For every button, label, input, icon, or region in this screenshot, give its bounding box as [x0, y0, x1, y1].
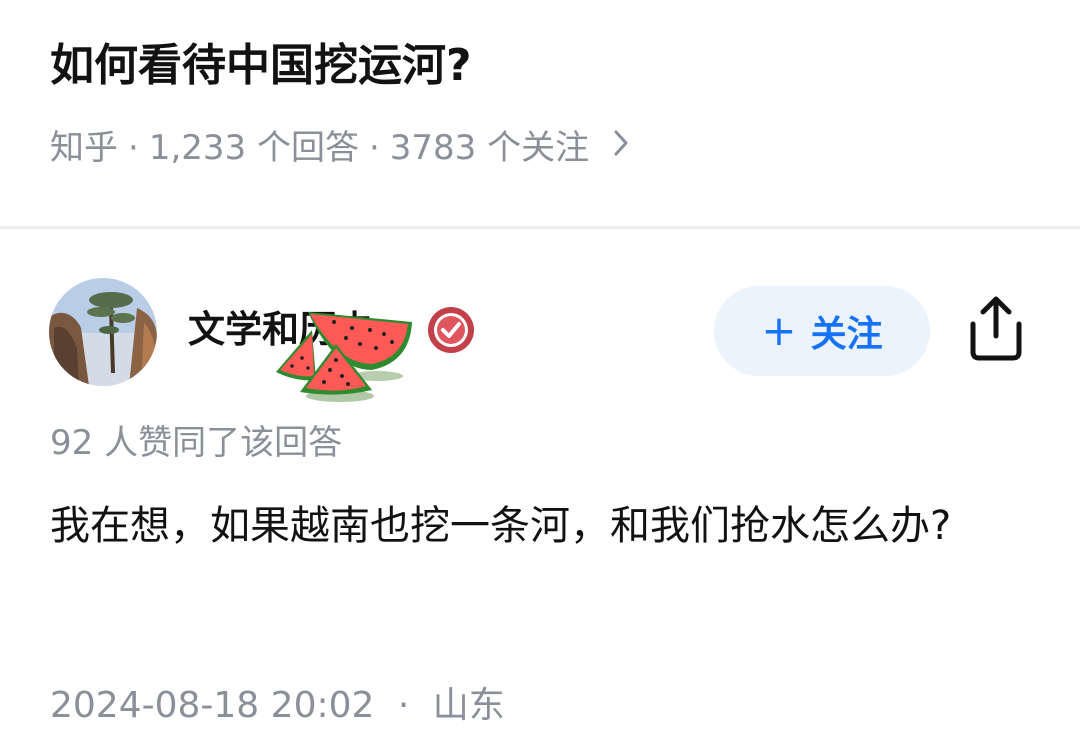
question-title[interactable]: 如何看待中国挖运河? — [50, 30, 472, 102]
share-icon[interactable] — [965, 294, 1027, 364]
answer-location: 山东 — [432, 685, 505, 726]
follow-button[interactable]: + 关注 — [714, 286, 930, 376]
answer-datetime: 2024-08-18 20:02 — [50, 685, 375, 726]
section-divider — [0, 226, 1080, 229]
follow-button-label: 关注 — [810, 314, 883, 355]
meta-separator: · — [397, 685, 410, 726]
plus-icon: + — [761, 306, 797, 355]
avatar[interactable] — [49, 278, 157, 386]
meta-separator: · — [128, 128, 139, 168]
source-label: 知乎 — [50, 128, 118, 168]
followers-count: 3783 个关注 — [389, 128, 590, 168]
meta-separator: · — [368, 128, 380, 168]
answer-meta: 2024-08-18 20:02 · 山东 — [50, 680, 505, 732]
verified-badge-icon — [426, 305, 476, 355]
answer-page: 如何看待中国挖运河? 知乎 · 1,233 个回答 · 3783 个关注 文学和… — [0, 0, 1080, 754]
question-meta[interactable]: 知乎 · 1,233 个回答 · 3783 个关注 — [50, 122, 629, 174]
answers-count: 1,233 个回答 — [148, 128, 359, 168]
watermelon-sticker — [272, 300, 422, 408]
answer-body[interactable]: 我在想，如果越南也挖一条河，和我们抢水怎么办? — [50, 494, 1030, 558]
like-summary: 92 人赞同了该回答 — [50, 423, 343, 463]
chevron-right-icon[interactable] — [613, 122, 629, 174]
